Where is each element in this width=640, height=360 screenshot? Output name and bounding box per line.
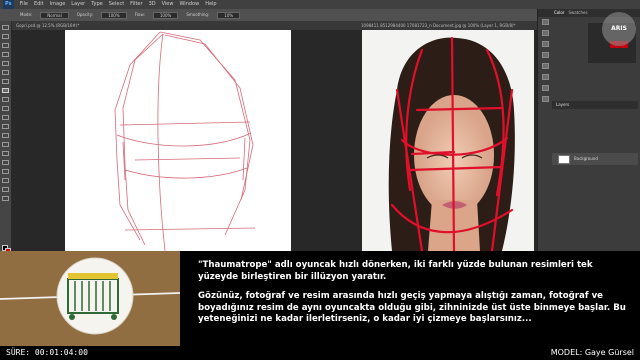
paths-panel-icon[interactable] [541, 85, 549, 91]
menu-file[interactable]: File [20, 0, 28, 9]
panel-icon-column [539, 19, 551, 107]
brush-tool-icon[interactable] [2, 88, 9, 93]
flow-label: Flow: [134, 12, 145, 17]
zoom-tool-icon[interactable] [2, 196, 9, 201]
caption-paragraph-2: Gözünüz, fotoğraf ve resim arasında hızl… [198, 291, 626, 324]
layer-row[interactable]: Background [552, 153, 638, 165]
tab-color[interactable]: Color [554, 9, 564, 17]
opacity-field[interactable]: 100% [101, 11, 127, 19]
healing-tool-icon[interactable] [2, 79, 9, 84]
thaumatrope-illustration [0, 251, 180, 346]
crop-tool-icon[interactable] [2, 61, 9, 66]
thaumatrope-video [0, 251, 180, 346]
brush-panel-icon[interactable] [541, 41, 549, 47]
menu-view[interactable]: View [162, 0, 174, 9]
menu-type[interactable]: Type [91, 0, 102, 9]
eraser-tool-icon[interactable] [2, 115, 9, 120]
watermark-badge: ARIS [602, 12, 636, 46]
layers-panel-header[interactable]: Layers [552, 101, 638, 109]
channels-panel-icon[interactable] [541, 74, 549, 80]
menu-edit[interactable]: Edit [34, 0, 44, 9]
mode-label: Mode: [20, 12, 33, 17]
adjustments-panel-icon[interactable] [541, 96, 549, 102]
dodge-tool-icon[interactable] [2, 142, 9, 147]
layer-name: Background [574, 156, 598, 161]
history-panel-icon[interactable] [541, 19, 549, 25]
menu-image[interactable]: Image [50, 0, 66, 9]
opacity-label: Opacity: [76, 12, 94, 17]
history-brush-tool-icon[interactable] [2, 106, 9, 111]
path-select-tool-icon[interactable] [2, 169, 9, 174]
menu-filter[interactable]: Filter [130, 0, 142, 9]
shape-tool-icon[interactable] [2, 178, 9, 183]
move-tool-icon[interactable] [2, 25, 9, 30]
clone-stamp-tool-icon[interactable] [2, 97, 9, 102]
smoothing-field[interactable]: 10% [217, 11, 241, 19]
eyedropper-tool-icon[interactable] [2, 70, 9, 75]
blur-tool-icon[interactable] [2, 133, 9, 138]
right-panels: Color Swatches Layers Background ARIS [537, 9, 640, 251]
hand-tool-icon[interactable] [2, 187, 9, 192]
duration-label: SÜRE: 00:01:04:00 [6, 348, 88, 357]
quick-select-tool-icon[interactable] [2, 52, 9, 57]
menu-layer[interactable]: Layer [71, 0, 85, 9]
footer-bar: SÜRE: 00:01:04:00 MODEL: Gaye Gürsel [0, 346, 640, 360]
subtitle-caption: "Thaumatrope" adlı oyuncak hızlı dönerke… [180, 251, 640, 346]
lasso-tool-icon[interactable] [2, 43, 9, 48]
photoshop-logo: Ps [3, 0, 14, 9]
menu-window[interactable]: Window [179, 0, 199, 9]
caption-paragraph-1: "Thaumatrope" adlı oyuncak hızlı dönerke… [198, 260, 593, 282]
pen-tool-icon[interactable] [2, 151, 9, 156]
type-tool-icon[interactable] [2, 160, 9, 165]
paragraph-panel-icon[interactable] [541, 63, 549, 69]
menu-bar: Ps File Edit Image Layer Type Select Fil… [0, 0, 640, 9]
tab-left-document[interactable]: Gopri.psd @ 12.5% (RGB/16#)* [12, 21, 357, 30]
properties-panel-icon[interactable] [541, 30, 549, 36]
marquee-tool-icon[interactable] [2, 34, 9, 39]
menu-select[interactable]: Select [109, 0, 124, 9]
tab-right-document[interactable]: 1098411 8512984400 17081723_n Document.j… [357, 21, 537, 30]
flow-field[interactable]: 100% [152, 11, 179, 19]
menu-help[interactable]: Help [205, 0, 216, 9]
mode-select[interactable]: Normal [40, 11, 69, 19]
sketch-canvas[interactable] [65, 30, 291, 252]
tools-panel [0, 21, 12, 254]
gradient-tool-icon[interactable] [2, 124, 9, 129]
model-credit: MODEL: Gaye Gürsel [550, 348, 634, 357]
layer-thumbnail [558, 154, 570, 164]
tab-swatches[interactable]: Swatches [568, 9, 587, 17]
smoothing-label: Smoothing: [186, 12, 210, 17]
portrait-photo[interactable] [362, 30, 534, 251]
character-panel-icon[interactable] [541, 52, 549, 58]
menu-3d[interactable]: 3D [149, 0, 156, 9]
head-sketch [114, 31, 256, 252]
